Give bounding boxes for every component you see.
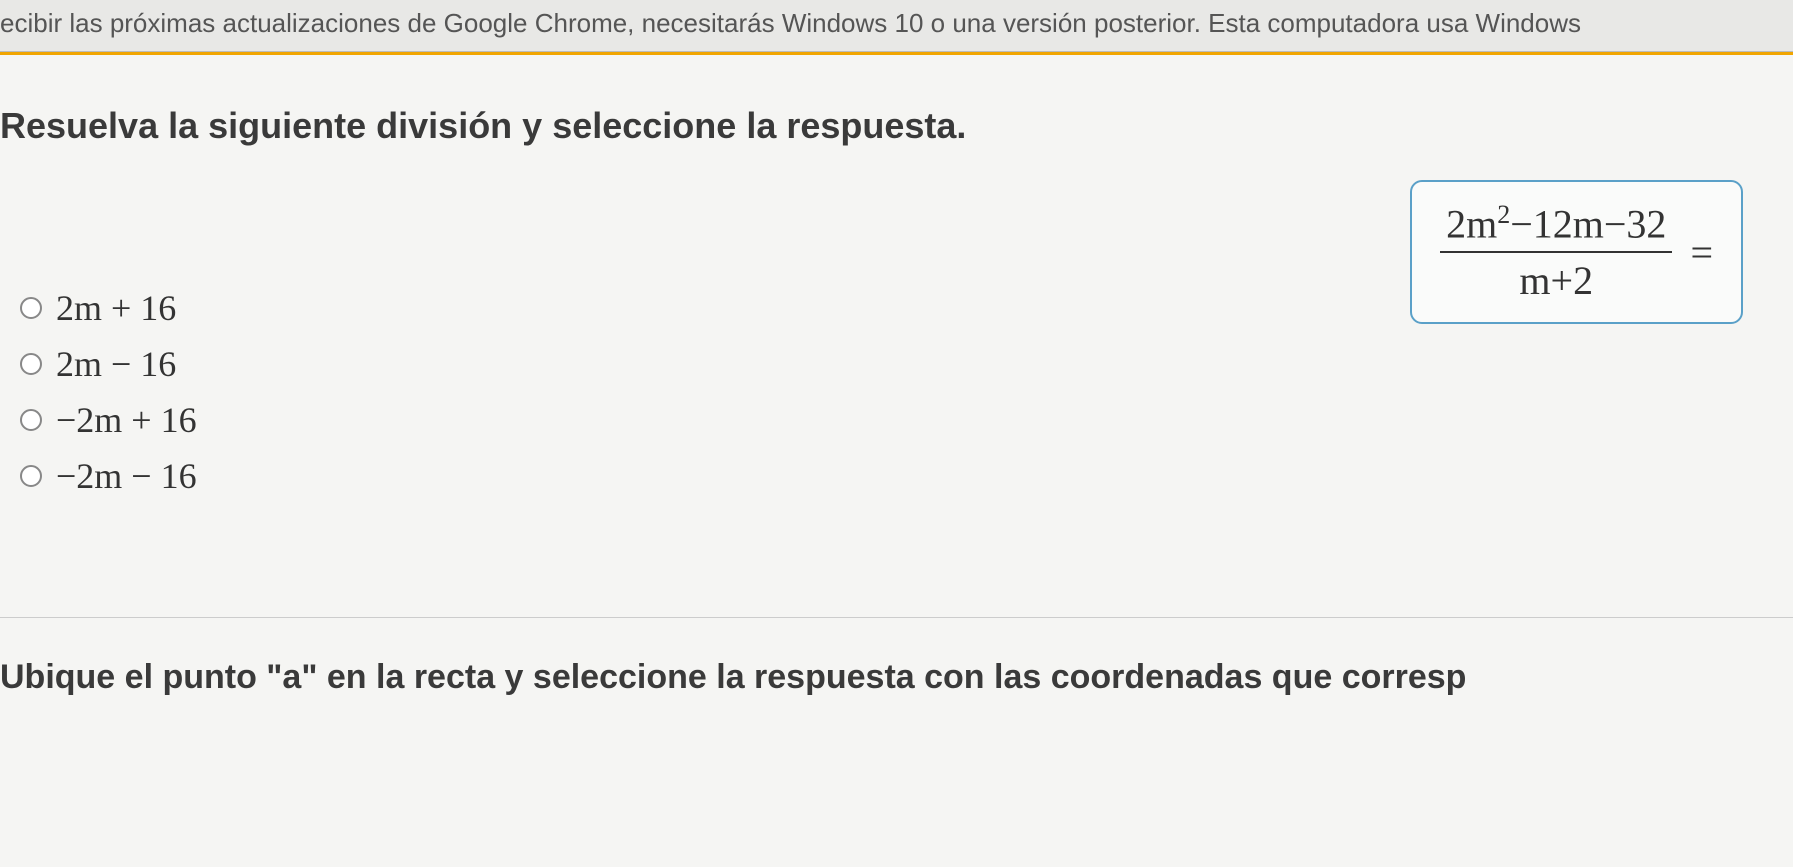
option-label: −2m − 16 xyxy=(56,455,197,497)
radio-icon[interactable] xyxy=(20,297,42,319)
next-question-title: Ubique el punto "a" en la recta y selecc… xyxy=(0,658,1793,697)
option-3[interactable]: −2m + 16 xyxy=(20,399,1793,441)
num-part-a: 2m xyxy=(1446,201,1497,246)
notification-text: ecibir las próximas actualizaciones de G… xyxy=(0,8,1581,38)
browser-notification-bar: ecibir las próximas actualizaciones de G… xyxy=(0,0,1793,52)
section-divider xyxy=(0,617,1793,618)
question-title: Resuelva la siguiente división y selecci… xyxy=(0,105,1793,147)
num-part-b: −12m−32 xyxy=(1510,201,1666,246)
numerator: 2m2−12m−32 xyxy=(1440,200,1672,251)
option-label: 2m + 16 xyxy=(56,287,176,329)
option-label: −2m + 16 xyxy=(56,399,197,441)
option-4[interactable]: −2m − 16 xyxy=(20,455,1793,497)
fraction: 2m2−12m−32 m+2 xyxy=(1440,200,1672,304)
option-label: 2m − 16 xyxy=(56,343,176,385)
formula-box: 2m2−12m−32 m+2 = xyxy=(1410,180,1743,324)
equals-sign: = xyxy=(1690,229,1713,276)
radio-icon[interactable] xyxy=(20,409,42,431)
option-2[interactable]: 2m − 16 xyxy=(20,343,1793,385)
radio-icon[interactable] xyxy=(20,353,42,375)
radio-icon[interactable] xyxy=(20,465,42,487)
denominator: m+2 xyxy=(1440,251,1672,304)
num-exponent: 2 xyxy=(1497,200,1510,229)
question-content: Resuelva la siguiente división y selecci… xyxy=(0,55,1793,697)
